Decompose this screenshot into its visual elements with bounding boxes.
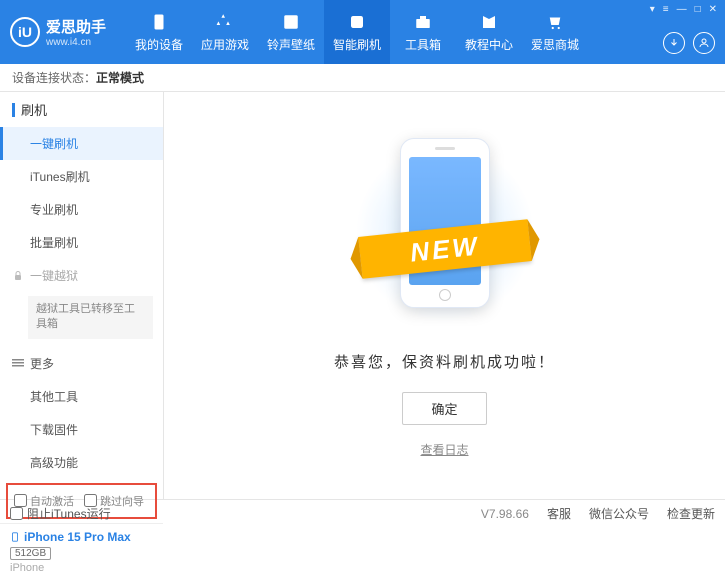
update-link[interactable]: 检查更新 — [667, 505, 715, 522]
apps-icon — [215, 12, 235, 32]
ok-button[interactable]: 确定 — [402, 392, 486, 425]
view-log-link[interactable]: 查看日志 — [420, 441, 468, 458]
book-icon — [479, 12, 499, 32]
logo: iU 爱思助手 www.i4.cn — [10, 16, 106, 48]
wechat-link[interactable]: 微信公众号 — [589, 505, 649, 522]
success-message: 恭喜您，保资料刷机成功啦！ — [334, 351, 555, 372]
app-url: www.i4.cn — [46, 37, 106, 48]
device-info: iPhone 15 Pro Max 512GB iPhone — [0, 523, 163, 580]
nav-toolbox[interactable]: 工具箱 — [390, 0, 456, 64]
jailbreak-notice: 越狱工具已转移至工具箱 — [28, 296, 153, 339]
sidebar-item-other[interactable]: 其他工具 — [0, 380, 163, 413]
download-button[interactable] — [663, 32, 685, 54]
support-link[interactable]: 客服 — [547, 505, 571, 522]
nav-tutorials[interactable]: 教程中心 — [456, 0, 522, 64]
user-button[interactable] — [693, 32, 715, 54]
nav-ringtones[interactable]: 铃声壁纸 — [258, 0, 324, 64]
refresh-icon — [347, 12, 367, 32]
status-bar: 设备连接状态： 正常模式 — [0, 64, 725, 92]
close-icon[interactable]: ✕ — [709, 4, 717, 15]
lock-icon — [12, 270, 24, 282]
sidebar-item-itunes[interactable]: iTunes刷机 — [0, 160, 163, 193]
nav-apps[interactable]: 应用游戏 — [192, 0, 258, 64]
minimize-icon[interactable]: — — [677, 4, 687, 15]
sidebar-item-onekey[interactable]: 一键刷机 — [0, 127, 163, 160]
nav-flash[interactable]: 智能刷机 — [324, 0, 390, 64]
sidebar-item-advanced[interactable]: 高级功能 — [0, 446, 163, 479]
device-type: iPhone — [10, 562, 153, 574]
cart-icon — [545, 12, 565, 32]
status-label: 设备连接状态： — [12, 69, 96, 86]
window-controls: ▾ ≡ — □ ✕ — [650, 4, 717, 15]
sidebar-jailbreak: 一键越狱 — [0, 259, 163, 292]
sidebar-item-download[interactable]: 下载固件 — [0, 413, 163, 446]
list-icon[interactable]: ≡ — [663, 4, 669, 15]
device-name[interactable]: iPhone 15 Pro Max — [10, 530, 153, 544]
app-header: iU 爱思助手 www.i4.cn 我的设备 应用游戏 铃声壁纸 智能刷机 工具… — [0, 0, 725, 64]
image-icon — [281, 12, 301, 32]
app-title: 爱思助手 — [46, 16, 106, 37]
nav-my-device[interactable]: 我的设备 — [126, 0, 192, 64]
main-nav: 我的设备 应用游戏 铃声壁纸 智能刷机 工具箱 教程中心 爱思商城 — [126, 0, 588, 64]
device-icon — [10, 530, 20, 544]
sidebar-item-pro[interactable]: 专业刷机 — [0, 193, 163, 226]
sidebar-item-batch[interactable]: 批量刷机 — [0, 226, 163, 259]
phone-illustration: NEW — [370, 133, 520, 333]
toolbox-icon — [413, 12, 433, 32]
sidebar-flash-header: 刷机 — [0, 92, 163, 127]
block-itunes-checkbox[interactable]: 阻止iTunes运行 — [10, 505, 111, 522]
logo-icon: iU — [10, 17, 40, 47]
main-content: NEW 恭喜您，保资料刷机成功啦！ 确定 查看日志 — [164, 92, 725, 499]
nav-store[interactable]: 爱思商城 — [522, 0, 588, 64]
version-label: V7.98.66 — [481, 507, 529, 521]
sidebar-more-header[interactable]: 更多 — [0, 347, 163, 380]
storage-badge: 512GB — [10, 547, 51, 560]
phone-icon — [149, 12, 169, 32]
sidebar: 刷机 一键刷机 iTunes刷机 专业刷机 批量刷机 一键越狱 越狱工具已转移至… — [0, 92, 164, 499]
hamburger-icon — [12, 357, 24, 369]
menu-icon[interactable]: ▾ — [650, 4, 655, 15]
maximize-icon[interactable]: □ — [695, 4, 701, 15]
status-value: 正常模式 — [96, 69, 144, 86]
